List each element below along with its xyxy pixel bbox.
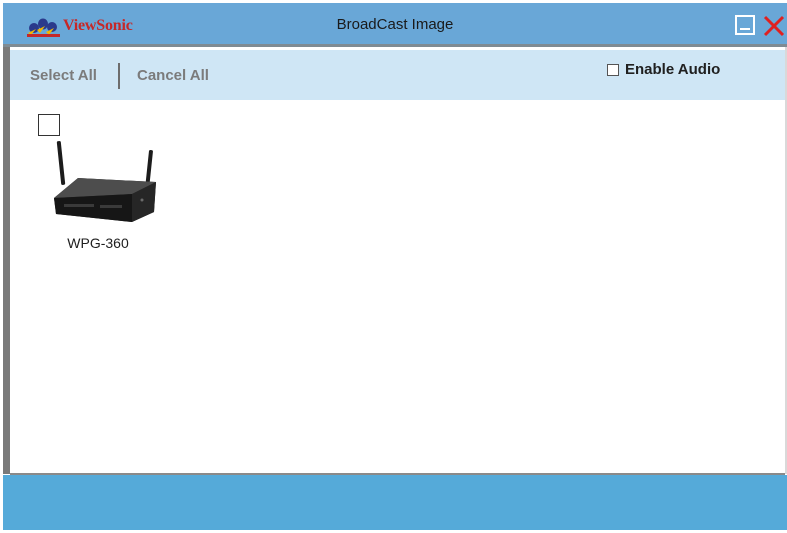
device-name: WPG-360 <box>67 235 129 251</box>
cancel-all-button[interactable]: Cancel All <box>137 67 209 84</box>
toolbar: Select All Cancel All Enable Audio <box>10 50 785 100</box>
device-checkbox[interactable] <box>38 114 60 136</box>
broadcast-window: ViewSonic BroadCast Image Select All Can… <box>3 3 787 530</box>
minimize-button[interactable] <box>735 15 755 35</box>
window-frame-left <box>3 47 10 474</box>
device-list: WPG-360 <box>10 100 785 473</box>
footer-bar <box>3 475 787 530</box>
device-item[interactable]: WPG-360 <box>38 114 166 254</box>
select-all-button[interactable]: Select All <box>30 67 97 84</box>
title-bar: ViewSonic BroadCast Image <box>3 3 787 47</box>
close-button[interactable] <box>763 15 785 37</box>
close-icon <box>763 15 785 37</box>
window-title: BroadCast Image <box>336 16 454 33</box>
enable-audio-toggle[interactable]: Enable Audio <box>607 61 720 78</box>
enable-audio-label: Enable Audio <box>625 61 721 78</box>
toolbar-divider <box>118 63 120 89</box>
enable-audio-checkbox[interactable] <box>607 63 619 76</box>
wireless-router-icon <box>54 141 156 222</box>
